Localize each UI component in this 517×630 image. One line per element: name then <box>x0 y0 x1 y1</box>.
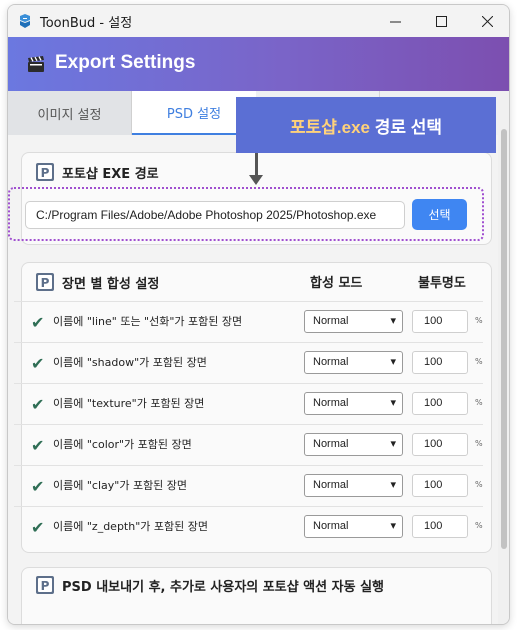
opacity-input[interactable]: 100 <box>412 433 468 456</box>
blend-section-title: 장면 별 합성 설정 <box>62 277 160 292</box>
row-label: 이름에 "texture"가 포함된 장면 <box>53 397 205 410</box>
opacity-header: 불투명도 <box>418 276 466 291</box>
percent-unit: % <box>475 357 483 366</box>
blend-mode-select[interactable]: Normal ▾ <box>304 515 403 538</box>
blend-mode-select[interactable]: Normal ▾ <box>304 310 403 333</box>
row-label: 이름에 "clay"가 포함된 장면 <box>53 479 188 492</box>
tab-image-settings[interactable]: 이미지 설정 <box>8 91 132 135</box>
scrollbar-thumb[interactable] <box>501 129 507 549</box>
callout-highlight: 포토샵.exe <box>289 117 370 137</box>
clapperboard-icon <box>28 56 44 72</box>
checkmark-icon: ✔ <box>31 354 45 373</box>
row-label: 이름에 "shadow"가 포함된 장면 <box>53 356 207 369</box>
percent-unit: % <box>475 521 483 530</box>
exe-section-title: 포토샵 EXE 경로 <box>62 167 159 182</box>
table-row: ✔ 이름에 "clay"가 포함된 장면 Normal ▾ 100 % <box>14 465 483 506</box>
blend-mode-select[interactable]: Normal ▾ <box>304 392 403 415</box>
percent-unit: % <box>475 316 483 325</box>
row-label: 이름에 "z_depth"가 포함된 장면 <box>53 520 208 533</box>
chevron-down-icon: ▾ <box>390 479 396 491</box>
row-label: 이름에 "line" 또는 "선화"가 포함된 장면 <box>53 315 243 328</box>
blend-mode-select[interactable]: Normal ▾ <box>304 474 403 497</box>
header-banner: Export Settings <box>8 37 509 91</box>
app-logo-icon <box>20 14 30 28</box>
callout-arrow-line <box>255 153 258 177</box>
chevron-down-icon: ▾ <box>390 520 396 532</box>
opacity-input[interactable]: 100 <box>412 351 468 374</box>
svg-text:P: P <box>41 166 50 180</box>
window-title: ToonBud - 설정 <box>40 16 133 31</box>
chevron-down-icon: ▾ <box>390 397 396 409</box>
ps-icon: P <box>36 273 54 291</box>
callout-banner: 포토샵.exe 경로 선택 <box>236 97 496 153</box>
svg-text:P: P <box>41 579 50 593</box>
percent-unit: % <box>475 398 483 407</box>
opacity-input[interactable]: 100 <box>412 474 468 497</box>
close-icon <box>481 15 493 27</box>
chevron-down-icon: ▾ <box>390 315 396 327</box>
opacity-input[interactable]: 100 <box>412 392 468 415</box>
table-row: ✔ 이름에 "shadow"가 포함된 장면 Normal ▾ 100 % <box>14 342 483 383</box>
ps-icon: P <box>36 576 54 594</box>
opacity-input[interactable]: 100 <box>412 515 468 538</box>
chevron-down-icon: ▾ <box>390 438 396 450</box>
blend-mode-select[interactable]: Normal ▾ <box>304 351 403 374</box>
opacity-input[interactable]: 100 <box>412 310 468 333</box>
maximize-button[interactable] <box>418 5 464 37</box>
close-button[interactable] <box>464 5 509 37</box>
callout-text: 경로 선택 <box>370 117 443 137</box>
arrow-down-icon <box>249 175 263 185</box>
page-title: Export Settings <box>55 52 196 73</box>
checkmark-icon: ✔ <box>31 436 45 455</box>
minimize-button[interactable] <box>372 5 418 37</box>
maximize-icon <box>435 15 447 27</box>
table-row: ✔ 이름에 "color"가 포함된 장면 Normal ▾ 100 % <box>14 424 483 465</box>
minimize-icon <box>389 21 401 22</box>
table-row: ✔ 이름에 "line" 또는 "선화"가 포함된 장면 Normal ▾ 100… <box>14 301 483 342</box>
percent-unit: % <box>475 480 483 489</box>
svg-text:P: P <box>41 276 50 290</box>
checkmark-icon: ✔ <box>31 313 45 332</box>
blend-mode-header: 합성 모드 <box>310 276 363 291</box>
checkmark-icon: ✔ <box>31 395 45 414</box>
title-bar[interactable]: ToonBud - 설정 <box>8 5 509 37</box>
blend-mode-select[interactable]: Normal ▾ <box>304 433 403 456</box>
checkmark-icon: ✔ <box>31 477 45 496</box>
ps-icon: P <box>36 163 54 181</box>
row-label: 이름에 "color"가 포함된 장면 <box>53 438 192 451</box>
chevron-down-icon: ▾ <box>390 356 396 368</box>
checkmark-icon: ✔ <box>31 518 45 537</box>
table-row: ✔ 이름에 "texture"가 포함된 장면 Normal ▾ 100 % <box>14 383 483 424</box>
path-highlight-box <box>8 187 484 241</box>
table-row: ✔ 이름에 "z_depth"가 포함된 장면 Normal ▾ 100 % <box>14 506 483 547</box>
percent-unit: % <box>475 439 483 448</box>
action-section-title: PSD 내보내기 후, 추가로 사용자의 포토샵 액션 자동 실행 <box>62 580 384 595</box>
